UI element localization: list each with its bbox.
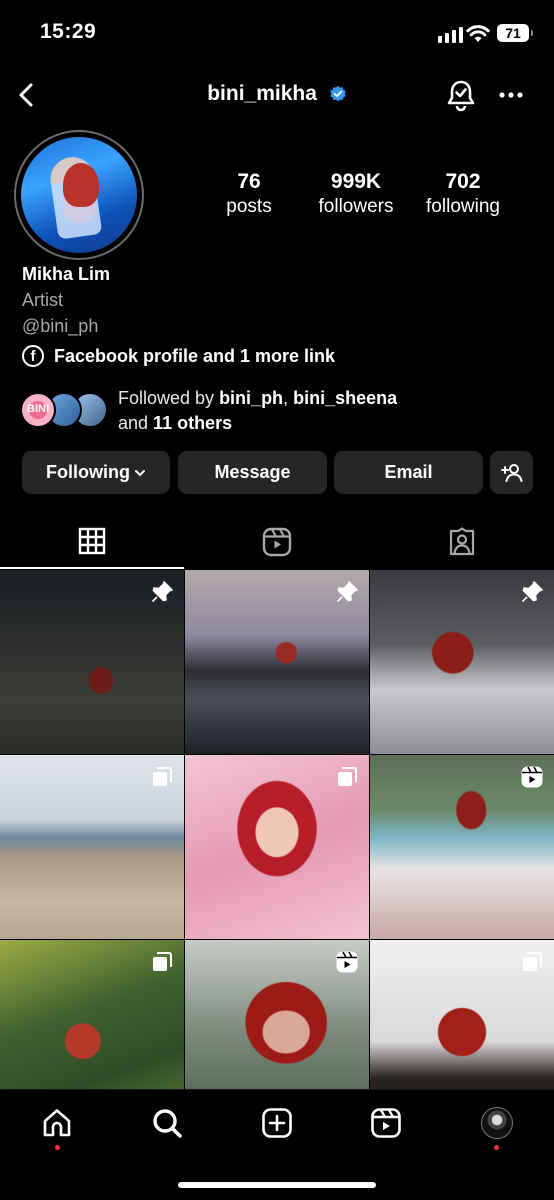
notification-bell-icon[interactable] <box>444 78 478 112</box>
tagged-icon <box>449 527 475 556</box>
battery-indicator: 71 <box>497 24 533 42</box>
wifi-icon <box>466 25 490 42</box>
tab-posts-grid[interactable] <box>0 515 184 569</box>
posts-label: posts <box>226 196 272 217</box>
following-count: 702 <box>445 170 481 193</box>
followed-by-user-2: bini_sheena <box>293 388 398 408</box>
status-time: 15:29 <box>40 20 97 43</box>
followed-by-others: 11 others <box>153 413 233 433</box>
pin-icon <box>336 581 358 603</box>
reels-icon <box>371 1108 401 1138</box>
profile-avatar-small <box>481 1107 513 1139</box>
carousel-icon <box>153 767 172 786</box>
nav-profile[interactable] <box>480 1106 514 1140</box>
add-user-icon <box>500 463 522 482</box>
chevron-down-icon <box>134 469 145 476</box>
grid-post[interactable] <box>0 570 184 754</box>
following-button[interactable]: Following <box>22 451 170 494</box>
home-indicator <box>178 1182 376 1188</box>
verified-badge-icon <box>330 85 346 102</box>
profile-header: bini_mikha <box>0 72 554 118</box>
followed-by-separator: , <box>283 388 294 408</box>
nav-reels[interactable] <box>369 1106 403 1140</box>
followed-by-user-1: bini_ph <box>219 388 284 408</box>
nav-create[interactable] <box>260 1106 294 1140</box>
followed-by-text: Followed by bini_ph, bini_sheena and 11 … <box>118 386 397 436</box>
reels-icon <box>262 527 292 557</box>
grid-post[interactable] <box>370 570 554 754</box>
external-links[interactable]: f Facebook profile and 1 more link <box>22 345 335 367</box>
home-icon <box>43 1109 71 1137</box>
following-label: following <box>426 196 500 217</box>
pin-icon <box>151 581 173 603</box>
carousel-icon <box>338 767 357 786</box>
profile-avatar-ring[interactable] <box>14 130 144 260</box>
tab-tagged[interactable] <box>370 515 554 569</box>
posts-count: 76 <box>237 170 261 193</box>
posts-grid <box>0 570 554 1124</box>
username-text: bini_mikha <box>207 82 317 105</box>
nav-search[interactable] <box>150 1106 184 1140</box>
email-button[interactable]: Email <box>334 451 483 494</box>
cellular-signal-icon <box>438 27 463 43</box>
followers-stat[interactable]: 999K followers <box>319 170 394 220</box>
follower-avatar-1: BINI <box>20 392 56 428</box>
grid-post[interactable] <box>0 755 184 939</box>
grid-icon <box>78 527 106 555</box>
create-icon <box>262 1108 292 1138</box>
follower-avatar-label: BINI <box>27 403 49 415</box>
grid-post[interactable] <box>185 570 369 754</box>
profile-actions: Following Message Email <box>22 451 534 495</box>
status-bar: 15:29 71 <box>0 0 554 62</box>
bio-mention-link[interactable]: @bini_ph <box>22 316 98 337</box>
followed-by-connector: and <box>118 413 154 433</box>
grid-post[interactable] <box>185 755 369 939</box>
nav-home[interactable] <box>40 1106 74 1140</box>
grid-post[interactable] <box>370 755 554 939</box>
carousel-icon <box>523 952 542 971</box>
profile-name: Mikha Lim <box>22 264 111 284</box>
profile-notification-dot <box>494 1145 499 1150</box>
home-notification-dot <box>55 1145 60 1150</box>
following-stat[interactable]: 702 following <box>426 170 500 220</box>
profile-avatar <box>21 137 137 253</box>
facebook-icon: f <box>22 345 44 367</box>
followers-label: followers <box>318 196 394 217</box>
links-text: Facebook profile and 1 more link <box>54 345 336 366</box>
reel-icon <box>336 951 358 973</box>
followed-by[interactable]: BINI Followed by bini_ph, bini_sheena an… <box>20 386 540 434</box>
followers-count: 999K <box>330 170 382 193</box>
reel-icon <box>521 766 543 788</box>
search-icon <box>153 1109 182 1138</box>
message-button[interactable]: Message <box>178 451 327 494</box>
followed-by-prefix: Followed by <box>118 388 220 408</box>
posts-stat[interactable]: 76 posts <box>226 170 271 220</box>
profile-category: Artist <box>22 290 64 310</box>
following-button-label: Following <box>46 462 130 482</box>
pin-icon <box>521 581 543 603</box>
profile-tabs <box>0 515 554 569</box>
carousel-icon <box>153 952 172 971</box>
suggested-users-button[interactable] <box>490 451 533 494</box>
tab-reels[interactable] <box>185 515 369 569</box>
more-options-icon[interactable] <box>496 82 526 108</box>
